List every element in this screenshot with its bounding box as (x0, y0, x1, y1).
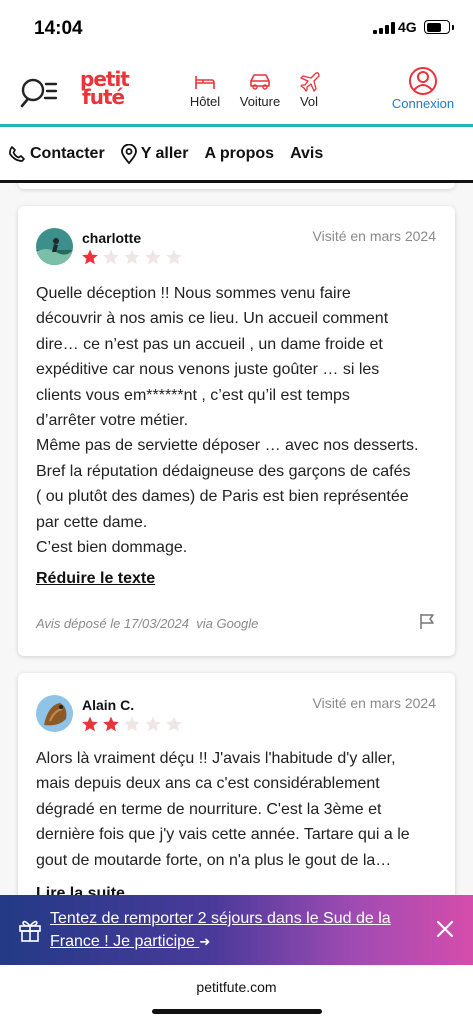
tab-contacter-label: Contacter (30, 145, 105, 162)
tab-a-propos-label: A propos (204, 145, 275, 162)
reduce-text-link[interactable]: Réduire le texte (36, 570, 155, 588)
arrow-right-icon: ➜ (199, 934, 211, 949)
status-bar: 14:04 4G (0, 0, 473, 56)
review-line: par cette dame. (36, 513, 148, 531)
avatar (36, 695, 73, 732)
battery-icon (424, 20, 454, 34)
menu-search-icon[interactable] (20, 76, 60, 108)
promo-link[interactable]: Tentez de remporter 2 séjours dans le Su… (50, 907, 420, 953)
review-line: C’est bien dommage. (36, 539, 188, 557)
review-source: via Google (196, 616, 259, 631)
promo-text: Tentez de remporter 2 séjours dans le Su… (50, 910, 391, 950)
star-empty-icon (145, 249, 161, 265)
user-circle-icon (409, 67, 437, 95)
star-filled-icon (82, 249, 98, 265)
review-line: Bref la réputation dédaigneuse des garço… (36, 462, 411, 480)
map-pin-icon (120, 144, 137, 164)
read-more-link[interactable]: Lire la suite (36, 885, 125, 895)
signal-icon (373, 22, 395, 34)
review-card: charlotte Visité en mars 2024 Quelle déc… (18, 206, 455, 656)
tab-y-aller-label: Y aller (140, 145, 189, 162)
review-text: Quelle déception !! Nous sommes venu fai… (36, 281, 441, 560)
bed-icon (195, 76, 215, 89)
site-header: petit futé Hôtel Voiture Vol Connexion (0, 56, 473, 126)
nav-hotel[interactable]: Hôtel (185, 68, 225, 109)
review-author[interactable]: Alain C. (82, 697, 134, 713)
browser-bottom-bar: petitfute.com (0, 965, 473, 1024)
review-line: dernière fois que j'y vais cette année. … (36, 826, 410, 844)
previous-review-card (18, 183, 455, 189)
nav-login[interactable]: Connexion (388, 67, 458, 111)
tab-avis[interactable]: Avis (290, 145, 323, 163)
page-tabs: Contacter Y aller A propos Avis (0, 127, 473, 181)
review-line: mais depuis deux ans ca c'est considérab… (36, 775, 380, 793)
nav-car-label: Voiture (239, 94, 281, 109)
review-text: Alors là vraiment déçu !! J'avais l'habi… (36, 746, 441, 873)
tab-y-aller[interactable]: Y aller (120, 144, 189, 164)
nav-car[interactable]: Voiture (236, 68, 284, 109)
nav-hotel-label: Hôtel (189, 94, 221, 109)
rating-stars (81, 715, 183, 733)
star-empty-icon (103, 249, 119, 265)
review-line: expéditive car nous venons juste goûter … (36, 361, 380, 379)
star-empty-icon (124, 716, 140, 732)
review-line: dire… ce n’est pas un accueil , un dame … (36, 335, 383, 353)
phone-icon (9, 146, 25, 162)
review-line: découvrir à nos amis ce lieu. Un accueil… (36, 310, 389, 328)
promo-banner[interactable]: Tentez de remporter 2 séjours dans le Su… (0, 895, 473, 965)
review-line: Alors là vraiment déçu !! J'avais l'habi… (36, 750, 396, 767)
flag-icon[interactable] (418, 612, 436, 635)
visit-date: Visité en mars 2024 (312, 695, 436, 711)
star-empty-icon (166, 249, 182, 265)
star-filled-icon (103, 716, 119, 732)
review-line: d’arrêter votre métier. (36, 412, 189, 430)
star-empty-icon (124, 249, 140, 265)
star-empty-icon (166, 716, 182, 732)
review-meta: Avis déposé le 17/03/2024 via Google (36, 616, 258, 631)
home-indicator[interactable] (152, 1009, 322, 1014)
review-line: Quelle déception !! Nous sommes venu fai… (36, 285, 351, 302)
petit-fute-logo[interactable]: petit futé (80, 69, 130, 109)
tab-avis-label: Avis (290, 145, 324, 162)
avatar (36, 228, 73, 265)
nav-login-label: Connexion (391, 96, 455, 111)
logo-line2: futé (82, 85, 125, 109)
star-empty-icon (145, 716, 161, 732)
visit-date: Visité en mars 2024 (312, 228, 436, 244)
tab-a-propos[interactable]: A propos (204, 145, 274, 163)
browser-url[interactable]: petitfute.com (0, 979, 473, 995)
deposit-date: Avis déposé le 17/03/2024 (36, 616, 189, 631)
tab-contacter[interactable]: Contacter (8, 145, 105, 163)
reviews-list[interactable]: charlotte Visité en mars 2024 Quelle déc… (0, 183, 473, 895)
review-line: ( ou plutôt des dames) de Paris est bien… (36, 488, 409, 506)
car-icon (250, 74, 270, 90)
rating-stars (81, 248, 183, 266)
review-line: dégradé en terme de nourriture. C'est la… (36, 800, 382, 818)
review-card: Alain C. Visité en mars 2024 Alors là vr… (18, 673, 455, 895)
nav-flight-label: Vol (299, 94, 319, 109)
gift-icon (18, 917, 42, 948)
close-icon[interactable] (435, 919, 455, 944)
star-filled-icon (82, 716, 98, 732)
plane-icon (300, 72, 320, 92)
status-time: 14:04 (34, 18, 83, 39)
network-type: 4G (398, 19, 417, 35)
review-line: Même pas de serviette déposer … avec nos… (36, 437, 419, 455)
review-line: gout de moutarde forte, on n'a plus le g… (36, 851, 392, 869)
review-author[interactable]: charlotte (82, 230, 141, 246)
nav-flight[interactable]: Vol (292, 68, 326, 109)
review-line: clients vous em******nt , c’est qu’il es… (36, 386, 350, 404)
